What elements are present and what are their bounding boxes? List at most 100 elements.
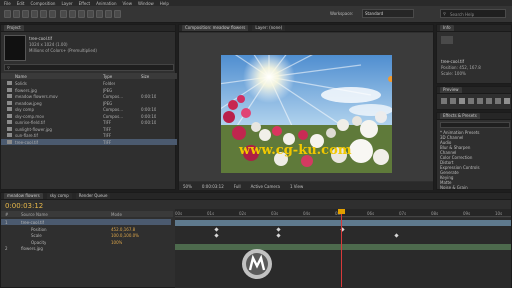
layer-2-duration-bar[interactable]	[175, 244, 511, 250]
file-icon	[7, 126, 12, 131]
tab-info[interactable]: Info	[440, 25, 454, 31]
text-tool-icon[interactable]	[78, 10, 85, 18]
loop-icon[interactable]	[495, 98, 501, 104]
menu-item-help[interactable]: Help	[160, 1, 169, 6]
mask-tool-icon[interactable]	[60, 10, 67, 18]
menu-item-edit[interactable]: Edit	[17, 1, 25, 6]
menu-item-animation[interactable]: Animation	[96, 1, 116, 6]
project-search-input[interactable]: ⚲	[4, 64, 174, 71]
keyframe[interactable]	[276, 233, 281, 238]
timeline-timecode[interactable]: 0:00:03:12	[5, 202, 43, 210]
timeline-graph-area[interactable]	[175, 209, 511, 288]
column-name[interactable]: Name	[15, 74, 27, 79]
audio-icon[interactable]	[486, 98, 492, 104]
current-time-indicator[interactable]	[341, 209, 342, 287]
layer-1-duration-bar[interactable]	[175, 220, 511, 226]
tab-layer[interactable]: Layer: (none)	[252, 25, 286, 31]
zoom-tool-icon[interactable]	[22, 10, 29, 18]
effects-category[interactable]: Noise & Grain	[440, 185, 468, 190]
info-panel: Info tree-cool.tif Position: 452, 167.8 …	[436, 24, 512, 84]
project-list: Name Type Size Solids Folder flowers.jpg JP…	[1, 73, 177, 189]
previous-frame-icon[interactable]	[450, 98, 456, 104]
playhead-handle[interactable]	[338, 209, 345, 214]
project-item-name: Solids	[15, 81, 27, 86]
search-help-placeholder: Search Help	[450, 12, 475, 17]
project-item[interactable]: flowers.jpg JPEG	[1, 87, 177, 93]
project-item[interactable]: tree-cool.tif TIFF	[1, 138, 177, 145]
camera-tool-icon[interactable]	[40, 10, 47, 18]
viewer-control-1[interactable]: 0:00:03:12	[202, 184, 224, 189]
pan-behind-tool-icon[interactable]	[49, 10, 56, 18]
composition-viewer[interactable]: www.cg-ku.com	[179, 33, 433, 181]
viewer-control-4[interactable]: 1 View	[290, 184, 303, 189]
property-value[interactable]: 100%	[111, 240, 122, 245]
play-icon[interactable]	[459, 98, 465, 104]
tab-composition[interactable]: Composition: meadow flowers	[182, 25, 249, 31]
project-item-name: flowers.jpg	[15, 87, 37, 93]
brush-tool-icon[interactable]	[87, 10, 94, 18]
column-type[interactable]: Type	[103, 74, 112, 79]
menu-item-composition[interactable]: Composition	[30, 1, 55, 6]
project-item[interactable]: sky-comp.mov Compos... 0:00:10	[1, 113, 177, 119]
keyframe[interactable]	[394, 233, 399, 238]
project-item[interactable]: sunrise-field.tif TIFF 0:00:10	[1, 119, 177, 125]
file-icon	[7, 87, 12, 92]
project-item[interactable]: sunlight-flower.jpg TIFF	[1, 126, 177, 132]
column-size[interactable]: Size	[141, 74, 149, 79]
color-swatch	[441, 36, 453, 44]
viewer-control-2[interactable]: Full	[234, 184, 241, 189]
viewer-control-3[interactable]: Active Camera	[251, 184, 280, 189]
rotate-tool-icon[interactable]	[31, 10, 38, 18]
layer-property[interactable]: Scale 100.0,100.0%	[1, 232, 171, 238]
search-icon: ⚲	[443, 11, 446, 16]
workspace-select-value: Standard	[365, 11, 384, 16]
next-frame-icon[interactable]	[468, 98, 474, 104]
preview-tabbar: Preview	[437, 87, 511, 94]
project-item[interactable]: Solids Folder	[1, 80, 177, 86]
column-source-name[interactable]: Source Name	[21, 212, 48, 217]
ram-preview-icon[interactable]	[504, 98, 510, 104]
column-mode[interactable]: Mode	[111, 212, 122, 217]
selection-tool-icon[interactable]	[4, 10, 11, 18]
menu-item-layer[interactable]: Layer	[61, 1, 72, 6]
tab-timeline-2[interactable]: Render Queue	[75, 193, 111, 199]
project-item[interactable]: meadow flowers.mov Compos... 0:00:10	[1, 93, 177, 99]
first-frame-icon[interactable]	[441, 98, 447, 104]
tab-preview[interactable]: Preview	[440, 87, 462, 93]
tab-timeline-1[interactable]: sky comp	[46, 193, 72, 199]
workspace-select[interactable]: Standard	[362, 9, 414, 18]
project-item[interactable]: meadow.jpeg JPEG	[1, 100, 177, 106]
last-frame-icon[interactable]	[477, 98, 483, 104]
tab-effects-presets[interactable]: Effects & Presets	[440, 113, 480, 119]
clone-stamp-tool-icon[interactable]	[96, 10, 103, 18]
property-value[interactable]: 100.0,100.0%	[111, 233, 139, 238]
menu-item-file[interactable]: File	[4, 1, 11, 6]
effects-search-input[interactable]	[440, 122, 510, 128]
project-item-size: 0:00:10	[141, 113, 157, 119]
cloud	[321, 87, 381, 103]
keyframe[interactable]	[214, 227, 219, 232]
timeline-layer[interactable]: 1 tree-cool.tif	[1, 219, 171, 225]
menu-item-effect[interactable]: Effect	[79, 1, 91, 6]
viewer-control-0[interactable]: 50%	[183, 184, 192, 189]
puppet-tool-icon[interactable]	[114, 10, 121, 18]
layer-property[interactable]: Opacity 100%	[1, 239, 171, 245]
preview-panel: Preview	[436, 86, 512, 110]
menu-item-window[interactable]: Window	[138, 1, 154, 6]
tab-project[interactable]: Project	[4, 25, 24, 31]
keyframe[interactable]	[276, 227, 281, 232]
hand-tool-icon[interactable]	[13, 10, 20, 18]
layer-property[interactable]: Position 452.0,167.8	[1, 226, 171, 232]
menu-item-view[interactable]: View	[123, 1, 133, 6]
ruler-tick-label: 06s	[367, 211, 375, 216]
property-value[interactable]: 452.0,167.8	[111, 227, 135, 232]
timeline-layer[interactable]: 2 flowers.jpg	[1, 245, 171, 251]
search-help-field[interactable]: ⚲ Search Help	[440, 9, 506, 18]
tab-timeline-0[interactable]: meadow flowers	[4, 193, 43, 199]
eraser-tool-icon[interactable]	[105, 10, 112, 18]
item-thumbnail	[4, 35, 26, 61]
pen-tool-icon[interactable]	[69, 10, 76, 18]
project-item[interactable]: sun-flare.tif TIFF	[1, 132, 177, 138]
keyframe[interactable]	[214, 233, 219, 238]
project-item[interactable]: sky comp Compos... 0:00:10	[1, 106, 177, 112]
